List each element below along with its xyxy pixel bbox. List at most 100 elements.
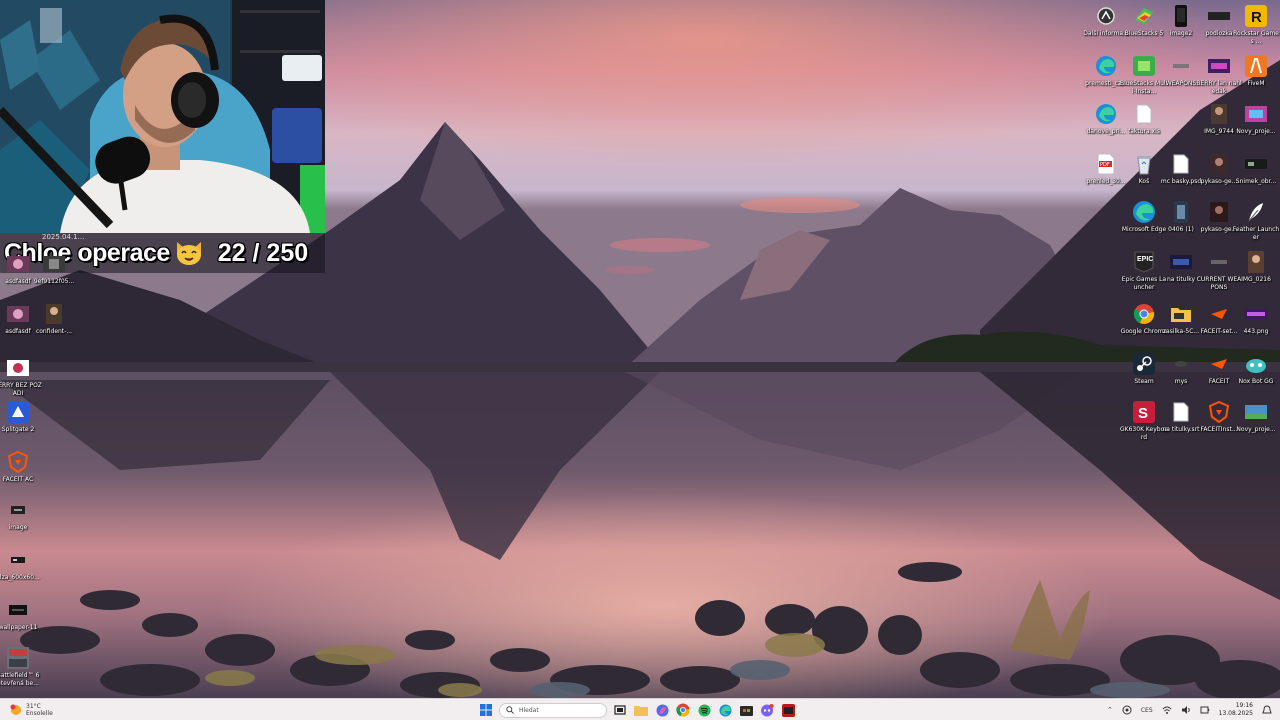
notification-bell-icon[interactable] <box>1262 705 1272 715</box>
desktop-icon[interactable]: 9ef9112f05... <box>30 252 78 286</box>
desktop-icon-label: image <box>8 524 28 531</box>
network-icon[interactable] <box>1122 705 1132 715</box>
svg-text:EPIC: EPIC <box>1137 256 1153 263</box>
image-thumbnail-icon <box>1244 152 1268 176</box>
desktop-icon[interactable]: faktura.xls <box>1120 102 1168 136</box>
battery-icon[interactable] <box>1200 705 1210 715</box>
search-placeholder: Hledat <box>519 706 539 714</box>
obs-button[interactable] <box>780 702 796 718</box>
splitgate-icon <box>6 400 30 424</box>
spotify-icon <box>698 704 710 716</box>
document-icon <box>1132 102 1156 126</box>
desktop-icon[interactable]: Battlefield™ 6 otevřená be... <box>0 646 42 688</box>
weather-widget[interactable]: 31°C Ensolelle <box>10 701 53 719</box>
cat-emoji-icon <box>176 242 201 265</box>
desktop-icon-label: 9ef9112f05... <box>33 278 75 285</box>
desktop-icon[interactable]: Novy_proje... <box>1232 400 1280 434</box>
edge-icon <box>719 704 731 716</box>
desktop-icon[interactable]: BERRY BEZ POZADI <box>0 356 42 398</box>
rockstar-icon: R <box>1244 4 1268 28</box>
start-button[interactable] <box>478 702 494 718</box>
desktop-icon[interactable]: confident-... <box>30 302 78 336</box>
epic-games-icon: EPIC <box>1132 250 1156 274</box>
desktop-icon[interactable]: Novy_proje... <box>1232 102 1280 136</box>
image-thumbnail-icon <box>1169 54 1193 78</box>
folder-icon <box>1169 302 1193 326</box>
desktop-icon[interactable]: FiveM <box>1232 54 1280 88</box>
taskbar: 31°C Ensolelle Hledat ⌃ CES 19:16 13.08.… <box>0 698 1280 720</box>
language-indicator[interactable]: CES <box>1141 707 1153 714</box>
bluestacks-icon <box>1132 4 1156 28</box>
discord-icon <box>761 703 774 716</box>
chrome-taskbar-button[interactable] <box>675 702 691 718</box>
document-icon <box>1169 400 1193 424</box>
image-thumbnail-icon <box>6 302 30 326</box>
image-thumbnail-icon <box>6 548 30 572</box>
image-thumbnail-icon <box>1207 250 1231 274</box>
document-icon <box>1169 152 1193 176</box>
discord-button[interactable] <box>759 702 775 718</box>
spotify-button[interactable] <box>696 702 712 718</box>
desktop-icon[interactable]: IMG_0216 <box>1232 250 1280 284</box>
chevron-up-icon[interactable]: ⌃ <box>1107 706 1113 714</box>
battlefield-icon <box>6 646 30 670</box>
desktop-icon-label: faktura.xls <box>1128 128 1160 135</box>
pdf-icon: PDF <box>1094 152 1118 176</box>
copilot-button[interactable] <box>654 702 670 718</box>
faceit-shield-icon <box>6 450 30 474</box>
counter-value: 22 / 250 <box>217 238 309 267</box>
desktop-icon[interactable]: R Rockstar Games ... <box>1232 4 1280 46</box>
webcam-overlay <box>0 0 325 233</box>
cam-date-label: 2025.04.1... <box>42 233 85 241</box>
svg-text:PDF: PDF <box>1100 162 1110 168</box>
desktop-icon-label: Splitgate 2 <box>1 426 35 433</box>
desktop-icon-label: wallpaper-11 <box>0 624 38 631</box>
recycle-bin-icon <box>1132 152 1156 176</box>
volume-icon[interactable] <box>1181 705 1191 715</box>
desktop-icon[interactable]: Nox Bot GG <box>1232 352 1280 386</box>
faceit-icon <box>1207 302 1231 326</box>
image-thumbnail-icon <box>42 252 66 276</box>
file-explorer-button[interactable] <box>633 702 649 718</box>
desktop-icon[interactable]: Feather Launcher <box>1232 200 1280 242</box>
desktop-icon[interactable]: Snimek_obr... <box>1232 152 1280 186</box>
edge-icon <box>1132 200 1156 224</box>
desktop-icon[interactable]: 443.png <box>1232 302 1280 336</box>
desktop-icon-label: Battlefield™ 6 otevřená be... <box>0 672 40 687</box>
taskbar-search[interactable]: Hledat <box>499 702 607 718</box>
image-thumbnail-icon <box>1244 400 1268 424</box>
edge-taskbar-button[interactable] <box>717 702 733 718</box>
desktop-icon-label: Snimek_obr... <box>1235 178 1277 185</box>
weather-desc: Ensolelle <box>26 710 53 717</box>
desktop-icon-label: alza_600x60... <box>0 574 40 581</box>
windows-logo-icon <box>480 704 492 716</box>
webcam-feed <box>0 0 325 233</box>
taskbar-apps: Hledat <box>478 700 796 720</box>
task-view-button[interactable] <box>612 702 628 718</box>
desktop-icon-label: BERRY BEZ POZADI <box>0 382 42 397</box>
faceit-icon <box>1207 352 1231 376</box>
store-button[interactable] <box>738 702 754 718</box>
desktop-icon[interactable]: FACEIT AC <box>0 450 42 484</box>
weather-sun-icon <box>10 704 21 715</box>
image-thumbnail-icon <box>1207 4 1231 28</box>
desktop-icon[interactable]: alza_600x60... <box>0 548 42 582</box>
desktop-icon[interactable]: Splitgate 2 <box>0 400 42 434</box>
folder-icon <box>634 706 648 716</box>
chrome-icon <box>1132 302 1156 326</box>
bluestacks-icon <box>1132 54 1156 78</box>
image-thumbnail-icon <box>1244 102 1268 126</box>
image-thumbnail-icon <box>6 498 30 522</box>
edge-icon <box>1094 54 1118 78</box>
keyboard-icon: S <box>1132 400 1156 424</box>
image-thumbnail-icon <box>1207 200 1231 224</box>
desktop-icon[interactable]: wallpaper-11 <box>0 598 42 632</box>
task-view-icon <box>614 705 626 715</box>
image-thumbnail-icon <box>42 302 66 326</box>
taskbar-clock[interactable]: 19:16 13.08.2025 <box>1219 702 1253 718</box>
desktop-icon[interactable]: image <box>0 498 42 532</box>
image-thumbnail-icon <box>1169 4 1193 28</box>
wifi-icon[interactable] <box>1162 705 1172 715</box>
image-thumbnail-icon <box>1244 302 1268 326</box>
desktop-icon-label: FACEIT AC <box>2 476 34 483</box>
